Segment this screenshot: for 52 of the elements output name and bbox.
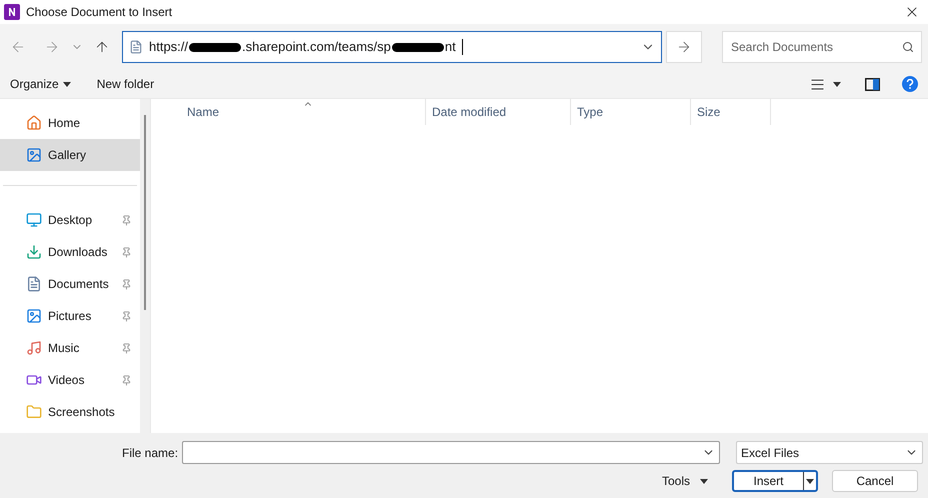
caret-icon — [700, 478, 708, 484]
sidebar-item[interactable]: Desktop — [0, 204, 140, 236]
file-name-field[interactable] — [182, 441, 720, 464]
address-field[interactable]: https:// .sharepoint.com/teams/sp nt — [122, 31, 662, 63]
music-icon — [26, 340, 42, 356]
sidebar-item[interactable]: Documents — [0, 268, 140, 300]
cancel-button[interactable]: Cancel — [832, 470, 918, 492]
window-title: Choose Document to Insert — [26, 4, 172, 21]
question-mark-icon — [906, 79, 914, 89]
new-folder-button[interactable]: New folder — [96, 75, 154, 93]
address-text: nt — [444, 38, 456, 56]
search-field[interactable]: Search Documents — [722, 31, 922, 63]
sidebar-item[interactable]: Home — [0, 107, 140, 139]
gallery-icon — [26, 147, 42, 163]
view-options-button[interactable] — [810, 76, 841, 92]
pictures-icon — [26, 308, 42, 324]
organize-button[interactable]: Organize — [10, 75, 71, 93]
column-header[interactable]: Name — [181, 99, 426, 125]
scrollbar-thumb[interactable] — [144, 115, 146, 310]
folder-icon — [26, 404, 42, 420]
downloads-icon — [26, 244, 42, 260]
home-icon — [26, 115, 42, 131]
desktop-icon — [26, 212, 42, 228]
documents-icon — [26, 276, 42, 292]
help-button[interactable] — [902, 76, 918, 92]
forward-arrow-icon — [44, 39, 60, 55]
search-icon — [902, 41, 914, 53]
caret-icon — [806, 478, 814, 484]
redaction-mark — [189, 42, 242, 52]
sidebar-item[interactable]: Screenshots — [0, 396, 140, 428]
app-logo-icon — [4, 4, 20, 20]
list-view-icon — [810, 76, 825, 92]
sidebar-item[interactable]: Videos — [0, 364, 140, 396]
caret-icon — [833, 82, 841, 86]
redaction-mark — [392, 42, 444, 52]
file-name-label: File name: — [122, 444, 178, 462]
sidebar-item[interactable]: Pictures — [0, 300, 140, 332]
column-header[interactable]: Size — [691, 99, 771, 125]
caret-icon — [62, 82, 71, 86]
column-header[interactable]: Date modified — [426, 99, 571, 125]
sidebar-item[interactable]: Gallery — [0, 139, 140, 171]
address-text: .sharepoint.com/teams/sp — [242, 38, 391, 56]
tools-button[interactable]: Tools — [662, 472, 708, 490]
sidebar-item[interactable]: Downloads — [0, 236, 140, 268]
preview-pane-button[interactable] — [865, 78, 880, 90]
file-type-dropdown[interactable]: Excel Files — [736, 441, 924, 464]
page-icon — [129, 40, 143, 54]
sidebar-item[interactable]: Music — [0, 332, 140, 364]
insert-button[interactable]: Insert — [732, 470, 818, 492]
preview-pane-icon — [865, 78, 880, 90]
column-header[interactable]: Type — [571, 99, 691, 125]
address-text: https:// — [149, 38, 188, 56]
